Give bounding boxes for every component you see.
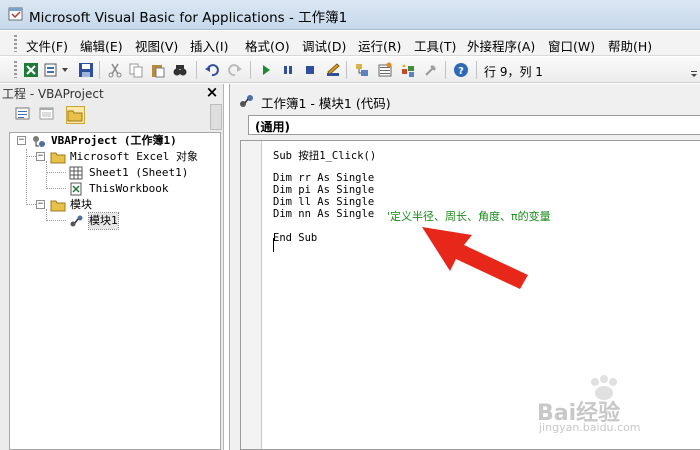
tree-node-excel-objects[interactable]: − Microsoft Excel 对象 xyxy=(10,149,220,165)
module-icon xyxy=(70,215,83,227)
cut-icon[interactable] xyxy=(106,61,123,78)
tree-label: ThisWorkbook xyxy=(89,182,169,195)
pause-icon[interactable] xyxy=(279,61,296,78)
close-icon[interactable]: × xyxy=(204,84,220,100)
object-browser-icon[interactable] xyxy=(399,61,416,78)
cursor-position: 行 9，列 1 xyxy=(484,65,543,79)
menu-format[interactable]: 格式(O) xyxy=(245,36,290,55)
menu-view[interactable]: 视图(V) xyxy=(135,36,178,55)
paste-icon[interactable] xyxy=(149,61,166,78)
stop-icon[interactable] xyxy=(301,61,318,78)
toolbar-grip[interactable] xyxy=(14,61,17,78)
panel-scroll-button[interactable] xyxy=(210,104,222,130)
toolbox-icon[interactable] xyxy=(422,61,439,78)
menu-insert[interactable]: 插入(I) xyxy=(190,36,228,55)
menu-grip[interactable] xyxy=(14,35,17,52)
baidu-watermark: Bai经验 jingyan.baidu.com xyxy=(537,375,697,435)
tree-label: Microsoft Excel 对象 xyxy=(70,150,198,163)
tree-node-thisworkbook[interactable]: ThisWorkbook xyxy=(10,181,220,197)
toolbar-separator xyxy=(346,61,347,79)
toolbar-separator xyxy=(250,61,251,79)
view-code-icon[interactable] xyxy=(14,106,33,124)
design-mode-icon[interactable] xyxy=(324,61,341,78)
collapse-icon[interactable]: − xyxy=(36,152,45,161)
toolbar-separator xyxy=(196,61,197,79)
worksheet-icon xyxy=(69,166,83,180)
toggle-folders-icon[interactable] xyxy=(66,106,85,124)
toolbar-separator xyxy=(476,61,477,79)
object-dropdown[interactable]: (通用) xyxy=(248,115,700,135)
code-line-dim-pi: Dim pi As Single xyxy=(273,184,375,196)
tree-label: 模块 xyxy=(70,198,92,211)
toolbar-options-icon[interactable] xyxy=(690,64,698,78)
menu-run[interactable]: 运行(R) xyxy=(358,36,401,55)
vba-project-icon xyxy=(33,136,45,147)
project-explorer-icon[interactable] xyxy=(353,61,370,78)
copy-icon[interactable] xyxy=(127,61,144,78)
project-tree: − VBAProject (工作簿1) − Microsoft Excel 对象… xyxy=(9,132,221,450)
standard-toolbar: ? 行 9，列 1 xyxy=(0,57,700,83)
collapse-icon[interactable]: − xyxy=(36,200,45,209)
code-window-titlebar: 工作簿1 - 模块1 (代码) xyxy=(230,87,700,111)
tree-node-vbaproject[interactable]: − VBAProject (工作簿1) xyxy=(10,133,220,149)
annotation-arrow-icon xyxy=(422,227,528,289)
tree-node-module1[interactable]: 模块1 xyxy=(10,212,220,230)
run-icon[interactable] xyxy=(257,61,274,78)
code-line-sub: Sub 按扭1_Click() xyxy=(273,150,377,162)
svg-text:?: ? xyxy=(458,66,464,77)
find-icon[interactable] xyxy=(171,61,188,78)
help-icon[interactable]: ? xyxy=(452,61,469,78)
menu-bar: 文件(F) 编辑(E) 视图(V) 插入(I) 格式(O) 调试(D) 运行(R… xyxy=(0,31,700,56)
object-dropdown-value: (通用) xyxy=(255,120,290,134)
tree-label: VBAProject (工作簿1) xyxy=(51,134,177,147)
menu-help[interactable]: 帮助(H) xyxy=(608,36,652,55)
folder-icon xyxy=(50,200,66,212)
save-icon[interactable] xyxy=(77,61,94,78)
code-window-icon xyxy=(240,95,253,107)
chevron-down-icon[interactable] xyxy=(60,61,70,78)
menu-file[interactable]: 文件(F) xyxy=(26,36,68,55)
code-line-dim-ll: Dim ll As Single xyxy=(273,196,375,208)
tree-label: Sheet1 (Sheet1) xyxy=(89,166,189,179)
folder-icon xyxy=(50,152,66,164)
menu-tools[interactable]: 工具(T) xyxy=(414,36,456,55)
toolbar-separator xyxy=(445,61,446,79)
menu-window[interactable]: 窗口(W) xyxy=(548,36,595,55)
tree-node-sheet1[interactable]: Sheet1 (Sheet1) xyxy=(10,165,220,181)
vba-app-icon xyxy=(8,7,23,21)
code-margin[interactable] xyxy=(241,141,262,449)
toolbar-separator xyxy=(99,61,100,79)
workbook-icon xyxy=(70,182,82,196)
code-line-dim-rr: Dim rr As Single xyxy=(273,172,375,184)
menu-edit[interactable]: 编辑(E) xyxy=(80,36,123,55)
code-line-end-sub: End Sub xyxy=(273,232,318,244)
collapse-icon[interactable]: − xyxy=(17,136,26,145)
title-bar: Microsoft Visual Basic for Applications … xyxy=(0,0,700,30)
tree-node-modules[interactable]: − 模块 xyxy=(10,197,220,213)
project-explorer-title: 工程 - VBAProject xyxy=(2,87,104,101)
code-window-title: 工作簿1 - 模块1 (代码) xyxy=(261,96,391,111)
undo-icon[interactable] xyxy=(203,61,220,78)
properties-icon[interactable] xyxy=(376,61,393,78)
watermark-url: jingyan.baidu.com xyxy=(539,421,641,434)
project-explorer: 工程 - VBAProject × − VBAProject (工作簿1) − … xyxy=(0,84,224,450)
code-line-dim-nn: Dim nn As Single xyxy=(273,208,375,220)
menu-debug[interactable]: 调试(D) xyxy=(302,36,346,55)
window-title: Microsoft Visual Basic for Applications … xyxy=(29,10,348,26)
view-excel-icon[interactable] xyxy=(22,61,39,78)
redo-icon[interactable] xyxy=(226,61,243,78)
view-object-icon[interactable] xyxy=(38,106,57,124)
tree-label: 模块1 xyxy=(88,212,119,230)
menu-addins[interactable]: 外接程序(A) xyxy=(467,36,535,55)
text-caret xyxy=(273,238,274,252)
insert-module-icon[interactable] xyxy=(42,61,59,78)
